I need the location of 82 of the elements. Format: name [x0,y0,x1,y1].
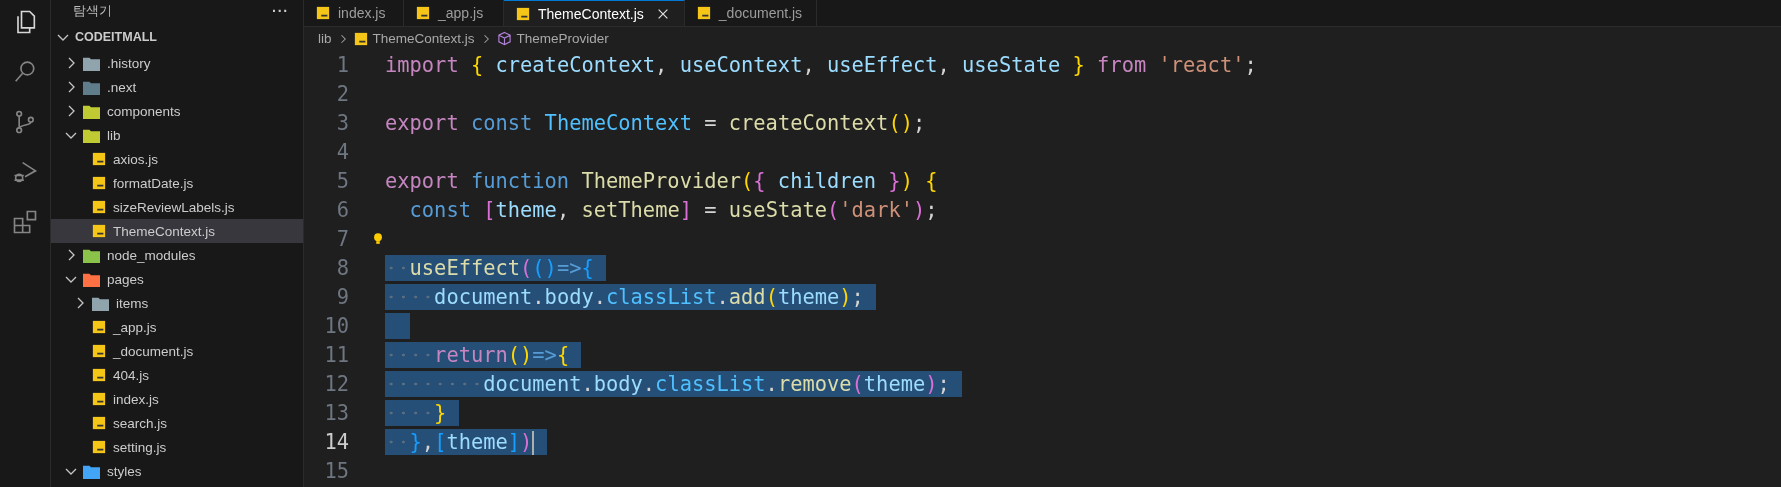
editor-tab[interactable]: _document.js [684,0,818,26]
tree-label: setting.js [113,439,167,455]
folder-row[interactable]: pages [51,267,303,291]
file-row[interactable]: formatDate.js [51,171,303,195]
js-file-icon [92,320,106,334]
folder-row[interactable]: items [51,291,303,315]
file-row[interactable]: sizeReviewLabels.js [51,195,303,219]
tree-label: 404.js [113,367,150,383]
tree-label: components [107,103,181,119]
line-number: 13 [323,400,349,425]
file-row[interactable]: ThemeContext.js [51,219,303,243]
breadcrumb-item[interactable]: ThemeProvider [516,31,609,46]
js-file-icon [92,224,106,238]
tree-label: _document.js [113,343,194,359]
tree-label: index.js [113,391,159,407]
tree-label: styles [107,463,142,479]
cube-icon [496,31,512,46]
line-number: 4 [335,139,349,164]
line-number: 1 [335,52,349,77]
file-row[interactable]: 404.js [51,363,303,387]
js-file-icon [316,6,330,20]
explorer-title: 탐색기 [73,2,112,20]
line-number: 11 [323,342,349,367]
code-line: export function ThemeProvider({ children }) { [385,167,939,194]
editor-tab[interactable]: ThemeContext.js [504,0,685,26]
editor-tab[interactable]: index.js [304,0,404,26]
tree-label: .next [107,79,137,95]
file-row[interactable]: setting.js [51,435,303,459]
js-file-icon [92,344,106,358]
folder-row[interactable]: lib [51,123,303,147]
tree-label: .history [107,55,151,71]
code-line: const [theme, setTheme] = useState('dark'); [408,196,939,223]
line-number: 8 [335,255,349,280]
js-file-icon [92,368,106,382]
breadcrumb-item[interactable]: ThemeContext.js [372,31,475,46]
folder-row[interactable]: .history [51,51,303,75]
js-file-icon [696,6,711,20]
code-line: import { createContext, useContext, useEffect, useState } from 'react'; [385,51,1258,78]
file-row[interactable]: search.js [51,411,303,435]
tree-label: pages [107,271,144,287]
js-file-icon [516,6,530,21]
folder-row[interactable]: components [51,99,303,123]
more-actions-button[interactable]: ··· [272,3,289,19]
tree-label: _app.js [113,319,157,335]
file-row[interactable]: _app.js [51,315,303,339]
line-number: 12 [323,371,349,396]
line-number: 14 [323,429,349,454]
code-line: export const ThemeContext = createContext(); [385,109,927,136]
project-name: CODEITMALL [75,29,157,44]
line-number: 3 [335,110,349,135]
js-file-icon [92,416,106,430]
js-file-icon [92,440,106,454]
line-number: 10 [323,313,349,338]
file-row[interactable]: _document.js [51,339,303,363]
file-row[interactable]: index.js [51,387,303,411]
tree-label: node_modules [107,247,196,263]
js-file-icon [92,200,106,214]
js-file-icon [92,176,106,190]
js-file-icon [92,392,106,406]
tree-label: sizeReviewLabels.js [113,199,235,215]
folder-row[interactable]: node_modules [51,243,303,267]
line-number: 5 [335,168,349,193]
lightbulb-icon[interactable] [371,230,385,247]
file-row[interactable]: axios.js [51,147,303,171]
tree-label: lib [107,127,121,143]
line-number: 2 [335,81,349,106]
tree-label: formatDate.js [113,175,194,191]
js-file-icon [416,6,430,20]
line-number: 15 [323,458,349,483]
tree-label: items [116,295,149,311]
project-row[interactable]: CODEITMALL [51,22,303,51]
folder-row[interactable]: styles [51,459,303,483]
line-number: 6 [335,197,349,222]
js-file-icon [92,152,106,166]
line-number: 9 [335,284,349,309]
tree-label: ThemeContext.js [113,223,216,239]
folder-row[interactable]: .next [51,75,303,99]
breadcrumb-item[interactable]: lib [318,31,332,46]
tree-label: axios.js [113,151,158,167]
tree-label: search.js [113,415,168,431]
js-file-icon [353,31,368,46]
line-number: 7 [335,226,349,251]
